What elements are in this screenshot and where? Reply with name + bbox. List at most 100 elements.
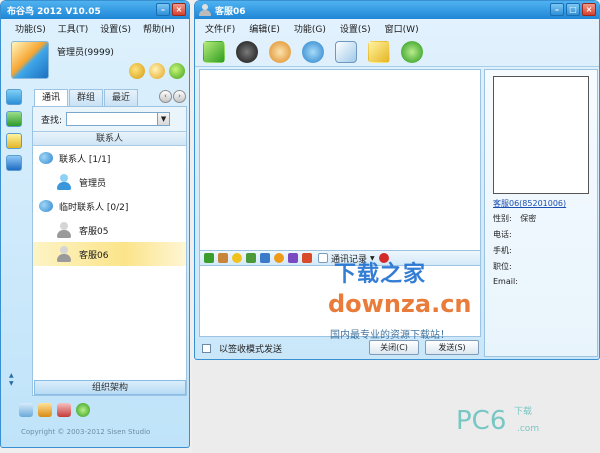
- menu-edit[interactable]: 编辑(E): [249, 22, 280, 35]
- chat-maximize-button[interactable]: □: [566, 3, 580, 16]
- contacts-side-icon[interactable]: [6, 89, 22, 105]
- email-field: Email:: [493, 277, 518, 286]
- mobile-label: 手机:: [493, 246, 512, 255]
- add-icon[interactable]: [76, 403, 90, 417]
- emoji-icon[interactable]: [232, 253, 242, 263]
- chat-close-button[interactable]: ×: [582, 3, 596, 16]
- group-label: 联系人 [1/1]: [59, 154, 111, 165]
- image-icon[interactable]: [218, 253, 228, 263]
- file-transfer-icon[interactable]: [203, 40, 225, 63]
- user-offline-icon: [57, 246, 71, 262]
- screenshot-icon[interactable]: [335, 40, 357, 63]
- org-structure-bar[interactable]: 组织架构: [34, 380, 186, 395]
- status-icon[interactable]: [169, 63, 185, 79]
- pen-icon[interactable]: [246, 253, 256, 263]
- scroll-up-icon[interactable]: ▲: [9, 373, 17, 379]
- tab-groups[interactable]: 群组: [69, 89, 103, 106]
- pc6-logo-sub: 下载: [514, 407, 533, 417]
- send-file-icon[interactable]: [288, 253, 298, 263]
- watermark-tagline: 国内最专业的资源下载站！: [330, 330, 450, 341]
- chat-menubar: 文件(F) 编辑(E) 功能(G) 设置(S) 窗口(W): [195, 19, 599, 37]
- chevron-down-icon[interactable]: ▼: [157, 113, 170, 125]
- pc6-logo-com: .com: [517, 424, 540, 434]
- screen-capture-icon[interactable]: [260, 253, 270, 263]
- avatar[interactable]: [11, 41, 49, 79]
- contact-tabs: 通讯 群组 最近 ‹ ›: [34, 89, 186, 106]
- main-window: 布谷鸟 2012 V10.05 – × 功能(S) 工具(T) 设置(S) 帮助…: [0, 0, 190, 448]
- menu-tools[interactable]: 工具(T): [58, 22, 89, 35]
- menu-file[interactable]: 文件(F): [205, 22, 235, 35]
- video-icon[interactable]: [269, 40, 291, 63]
- email-label: Email:: [493, 277, 518, 286]
- user-online-icon: [57, 174, 71, 190]
- main-titlebar[interactable]: 布谷鸟 2012 V10.05 – ×: [1, 1, 189, 19]
- settings-icon[interactable]: [38, 403, 52, 417]
- contact-info-panel: 客服06(85201006) 性别: 保密 电话: 手机: 职位: Email:: [484, 69, 598, 357]
- group-icon: [39, 152, 53, 164]
- watermark-domain: downza.cn: [328, 290, 472, 318]
- tab-recent[interactable]: 最近: [104, 89, 138, 106]
- shake-icon[interactable]: [274, 253, 284, 263]
- side-strip: [6, 89, 24, 171]
- mobile-field: 手机:: [493, 245, 512, 256]
- send-row: 以签收模式发送 关闭(C) 发送(S): [199, 339, 481, 357]
- remote-desktop-icon[interactable]: [302, 40, 324, 63]
- contact-name-link[interactable]: 客服06(85201006): [493, 198, 566, 209]
- menu-help[interactable]: 帮助(H): [143, 22, 175, 35]
- chat-history[interactable]: [199, 69, 481, 251]
- volume-icon[interactable]: [19, 403, 33, 417]
- search-icon[interactable]: [149, 63, 165, 79]
- group-icon[interactable]: [401, 40, 423, 63]
- group-label: 临时联系人 [0/2]: [59, 202, 129, 213]
- send-button[interactable]: 发送(S): [425, 340, 479, 355]
- menu-function[interactable]: 功能(S): [15, 22, 46, 35]
- find-label: 查找:: [41, 115, 63, 126]
- tab-next-icon[interactable]: ›: [173, 90, 186, 103]
- contacts-header[interactable]: 联系人: [33, 131, 186, 146]
- copyright: Copyright © 2003-2012 Sisen Studio: [21, 428, 151, 436]
- key-icon[interactable]: [129, 63, 145, 79]
- tab-contacts[interactable]: 通讯: [34, 89, 68, 106]
- scroll-down-icon[interactable]: ▼: [9, 381, 17, 387]
- main-menubar: 功能(S) 工具(T) 设置(S) 帮助(H): [1, 19, 189, 37]
- globe-side-icon[interactable]: [6, 111, 22, 127]
- mail-side-icon[interactable]: [6, 133, 22, 149]
- check-icon[interactable]: [368, 40, 390, 63]
- close-chat-button[interactable]: 关闭(C): [369, 340, 419, 355]
- tree-member-admin[interactable]: 管理员: [33, 170, 186, 194]
- gender-field: 性别: 保密: [493, 213, 536, 224]
- member-label: 客服05: [79, 226, 109, 237]
- bottom-toolbar: [19, 403, 90, 417]
- font-icon[interactable]: [204, 253, 214, 263]
- tree-member-service05[interactable]: 客服05: [33, 218, 186, 242]
- chat-titlebar[interactable]: 客服06 – □ ×: [195, 1, 599, 19]
- minimize-button[interactable]: –: [156, 3, 170, 16]
- phone-label: 电话:: [493, 230, 512, 239]
- member-label: 客服06: [79, 250, 109, 261]
- main-window-title: 布谷鸟 2012 V10.05: [7, 6, 101, 17]
- find-input[interactable]: ▼: [66, 112, 171, 126]
- watermark-title: 下载之家: [334, 262, 427, 287]
- history-icon: [318, 253, 328, 263]
- contact-photo: [493, 76, 589, 194]
- receive-mode-checkbox[interactable]: [202, 343, 211, 353]
- menu-settings[interactable]: 设置(S): [340, 22, 371, 35]
- tree-group-temp[interactable]: 临时联系人 [0/2]: [33, 194, 186, 218]
- side-scroll[interactable]: ▲ ▼: [9, 373, 17, 387]
- fax-icon[interactable]: [302, 253, 312, 263]
- profile-area: 管理员(9999): [1, 37, 189, 87]
- voice-icon[interactable]: [236, 40, 258, 63]
- message-icon[interactable]: [57, 403, 71, 417]
- chat-minimize-button[interactable]: –: [550, 3, 564, 16]
- gender-label: 性别:: [493, 214, 512, 223]
- user-offline-icon: [57, 222, 71, 238]
- tree-group-contacts[interactable]: 联系人 [1/1]: [33, 146, 186, 170]
- info-side-icon[interactable]: [6, 155, 22, 171]
- menu-function[interactable]: 功能(G): [294, 22, 326, 35]
- tab-prev-icon[interactable]: ‹: [159, 90, 172, 103]
- close-button[interactable]: ×: [172, 3, 186, 16]
- phone-field: 电话:: [493, 229, 512, 240]
- tree-member-service06[interactable]: 客服06: [33, 242, 186, 266]
- menu-settings[interactable]: 设置(S): [100, 22, 131, 35]
- menu-window[interactable]: 窗口(W): [385, 22, 419, 35]
